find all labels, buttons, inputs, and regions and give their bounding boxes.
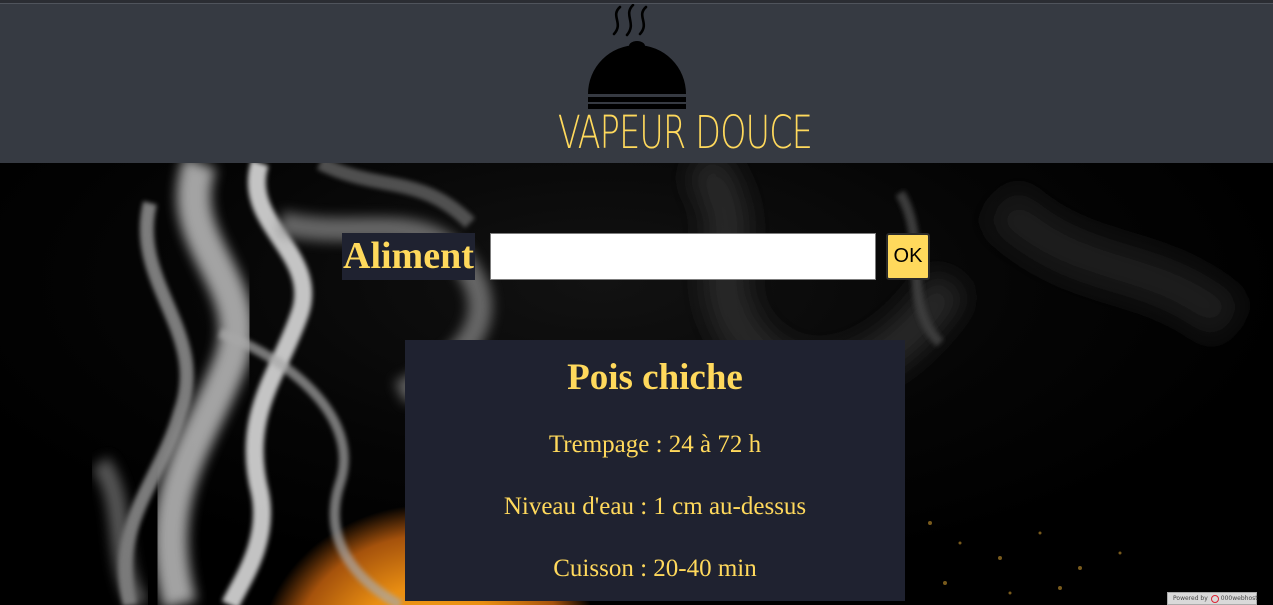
search-label: Aliment — [342, 233, 475, 280]
result-card: Pois chiche Trempage : 24 à 72 h Niveau … — [405, 340, 905, 601]
000webhost-logo-icon — [1210, 594, 1219, 603]
site-header: VAPEUR DOUCE — [0, 4, 1273, 163]
badge-brand-text: 000webhost — [1220, 595, 1258, 602]
badge-powered-text: Powered by — [1173, 595, 1208, 602]
logo-text: VAPEUR DOUCE — [557, 106, 813, 159]
ok-button[interactable]: OK — [886, 233, 930, 280]
result-line-water-level: Niveau d'eau : 1 cm au-dessus — [503, 493, 807, 520]
result-title: Pois chiche — [567, 357, 743, 398]
site-logo[interactable]: VAPEUR DOUCE — [530, 4, 813, 163]
cloche-steam-icon — [588, 4, 686, 109]
result-line-soaking: Trempage : 24 à 72 h — [548, 431, 762, 458]
search-input[interactable] — [490, 233, 876, 280]
result-line-cooking-time: Cuisson : 20-40 min — [553, 555, 757, 582]
hosting-badge[interactable]: Powered by 000webhost — [1167, 592, 1258, 605]
